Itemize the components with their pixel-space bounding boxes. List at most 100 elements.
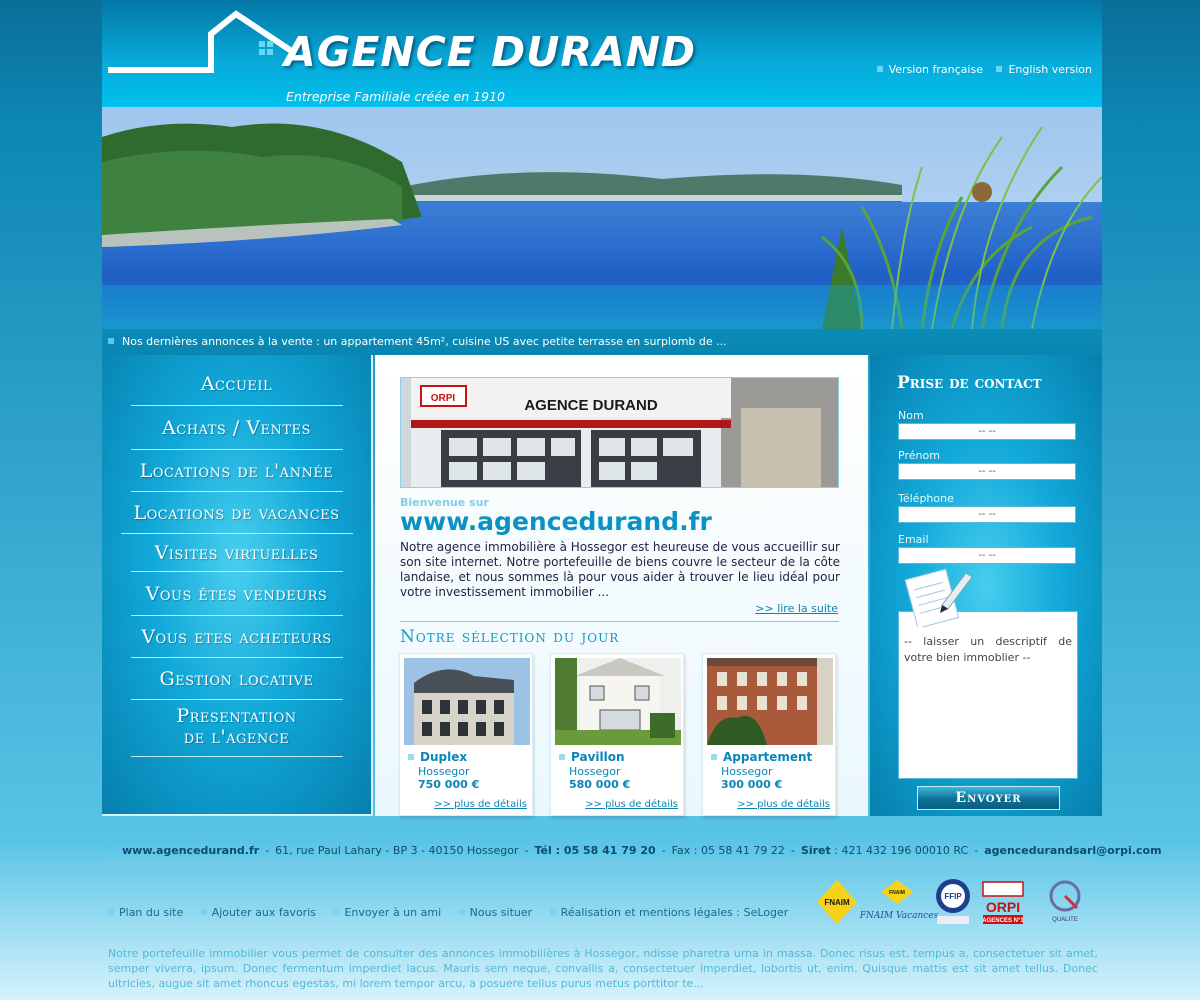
orpi-logo: ORPI AGENCES N°1 bbox=[982, 881, 1024, 924]
name-field[interactable] bbox=[898, 423, 1076, 440]
property-card[interactable]: Pavillon Hossegor 580 000 € >> plus de d… bbox=[550, 653, 684, 816]
intro-text: Notre agence immobilière à Hossegor est … bbox=[400, 540, 840, 599]
nav-item-presentation-line1: Presentation bbox=[176, 705, 297, 727]
footer-divider bbox=[106, 862, 1098, 863]
welcome-site-title: www.agencedurand.fr bbox=[400, 507, 712, 536]
property-photo-pavillon bbox=[555, 658, 681, 745]
footer-link-mentions-label: Réalisation et mentions légales : SeLoge… bbox=[560, 906, 789, 919]
nav-item-achats-ventes[interactable]: Achats / Ventes bbox=[130, 406, 343, 450]
property-details-link[interactable]: >> plus de détails bbox=[737, 799, 830, 810]
nav-item-locations-annee[interactable]: Locations de l'année bbox=[130, 450, 343, 492]
lang-fr-link[interactable]: Version française bbox=[876, 63, 983, 76]
firstname-label: Prénom bbox=[898, 449, 940, 462]
lang-en-link[interactable]: English version bbox=[996, 63, 1092, 76]
property-photo-appartement bbox=[707, 658, 833, 745]
send-button[interactable]: Envoyer bbox=[917, 786, 1060, 810]
bullet-icon bbox=[559, 754, 565, 760]
footer-seo-text: Notre portefeuille immobilier vous perme… bbox=[108, 947, 1098, 990]
property-type-label: Appartement bbox=[723, 750, 813, 764]
site-logo-title[interactable]: AGENCE DURAND bbox=[284, 28, 696, 76]
partner-logos: FNAIM FNAIM FNAIM Vacances FFIP ORPI AGE… bbox=[817, 879, 1081, 924]
bullet-icon bbox=[108, 338, 114, 344]
property-photo-duplex bbox=[404, 658, 530, 745]
news-ticker[interactable]: Nos dernières annonces à la vente : un a… bbox=[102, 329, 1102, 355]
bullet-icon bbox=[200, 909, 207, 915]
footer-email-link[interactable]: agencedurandsarl@orpi.com bbox=[984, 844, 1161, 857]
contact-form: Prise de contact Nom Prénom Téléphone Em… bbox=[870, 355, 1102, 816]
property-card[interactable]: Appartement Hossegor 300 000 € >> plus d… bbox=[702, 653, 836, 816]
property-city: Hossegor bbox=[721, 765, 773, 778]
orpi-logo-text: ORPI bbox=[986, 899, 1020, 915]
phone-field[interactable] bbox=[898, 506, 1076, 523]
divider bbox=[400, 621, 839, 622]
bullet-icon bbox=[549, 909, 556, 915]
bullet-icon bbox=[108, 909, 114, 915]
nav-item-vendeurs[interactable]: Vous êtes vendeurs bbox=[130, 572, 343, 616]
footer-siret: : 421 432 196 00010 RC bbox=[834, 844, 969, 857]
message-textarea[interactable]: -- laisser un descriptif de votre bien i… bbox=[898, 611, 1078, 779]
property-details-link[interactable]: >> plus de détails bbox=[434, 799, 527, 810]
storefront-illustration: ORPI AGENCE DURAND bbox=[401, 378, 838, 487]
agency-storefront-photo: ORPI AGENCE DURAND bbox=[400, 377, 839, 488]
bullet-icon bbox=[996, 66, 1003, 72]
footer-fax: Fax : 05 58 41 79 22 bbox=[671, 844, 785, 857]
footer-link-favoris[interactable]: Ajouter aux favoris bbox=[200, 906, 316, 919]
main-navigation: Accueil Achats / Ventes Locations de l'a… bbox=[102, 355, 373, 816]
qualite-logo: QUALITE bbox=[1049, 880, 1081, 923]
property-type-label: Duplex bbox=[420, 750, 468, 764]
bullet-icon bbox=[711, 754, 717, 760]
bullet-icon bbox=[333, 909, 340, 915]
name-label: Nom bbox=[898, 409, 924, 422]
property-price: 580 000 € bbox=[569, 778, 631, 791]
qualite-logo-text: QUALITE bbox=[1052, 917, 1078, 923]
property-type: Appartement bbox=[711, 750, 812, 764]
ticker-text: Nos dernières annonces à la vente : un a… bbox=[122, 335, 727, 348]
fnaim-vacances-logo: FNAIM FNAIM Vacances bbox=[859, 880, 939, 921]
bullet-icon bbox=[408, 754, 414, 760]
fnaim-logo: FNAIM bbox=[817, 880, 857, 924]
property-details-link[interactable]: >> plus de détails bbox=[585, 799, 678, 810]
footer-link-ami[interactable]: Envoyer à un ami bbox=[333, 906, 441, 919]
nav-item-presentation[interactable]: Presentation de l'agence bbox=[130, 700, 343, 757]
footer-link-situer[interactable]: Nous situer bbox=[458, 906, 533, 919]
footer-link-favoris-label: Ajouter aux favoris bbox=[211, 906, 316, 919]
pen-paper-icon bbox=[904, 568, 973, 627]
read-more-link[interactable]: >> lire la suite bbox=[755, 602, 838, 615]
footer-link-situer-label: Nous situer bbox=[469, 906, 533, 919]
nav-item-gestion-locative[interactable]: Gestion locative bbox=[130, 658, 343, 700]
footer-address: www.agencedurand.fr -61, rue Paul Lahary … bbox=[108, 844, 1162, 857]
footer-site-link[interactable]: www.agencedurand.fr bbox=[122, 844, 259, 857]
property-card[interactable]: Duplex Hossegor 750 000 € >> plus de dét… bbox=[399, 653, 533, 816]
shop-sign-text: AGENCE DURAND bbox=[524, 397, 658, 414]
footer-link-ami-label: Envoyer à un ami bbox=[344, 906, 442, 919]
firstname-field[interactable] bbox=[898, 463, 1076, 480]
footer: www.agencedurand.fr -61, rue Paul Lahary … bbox=[102, 816, 1162, 1000]
nav-item-locations-vacances[interactable]: Locations de vacances bbox=[120, 492, 353, 534]
bullet-icon bbox=[108, 847, 114, 853]
property-type-label: Pavillon bbox=[571, 750, 625, 764]
property-city: Hossegor bbox=[569, 765, 621, 778]
orpi-logo-subtext: AGENCES N°1 bbox=[982, 918, 1024, 924]
lang-fr-label: Version française bbox=[888, 63, 983, 76]
bullet-icon bbox=[876, 66, 883, 72]
footer-links: Plan du site Ajouter aux favoris Envoyer… bbox=[108, 906, 802, 919]
nav-item-visites-virtuelles[interactable]: Visites virtuelles bbox=[130, 534, 343, 572]
nav-item-accueil[interactable]: Accueil bbox=[130, 369, 343, 406]
phone-label: Téléphone bbox=[898, 492, 954, 505]
fnaim-logo-text: FNAIM bbox=[824, 898, 850, 907]
banner-lake-photo bbox=[102, 107, 1102, 329]
property-city: Hossegor bbox=[418, 765, 470, 778]
site-tagline: Entreprise Familiale créée en 1910 bbox=[286, 89, 505, 104]
fnaim-vacances-logo-text: FNAIM Vacances bbox=[859, 911, 939, 921]
footer-link-plan[interactable]: Plan du site bbox=[108, 906, 183, 919]
footer-link-mentions[interactable]: Réalisation et mentions légales : SeLoge… bbox=[549, 906, 789, 919]
email-field[interactable] bbox=[898, 547, 1076, 564]
nav-item-acheteurs[interactable]: Vous etes acheteurs bbox=[130, 616, 343, 658]
footer-phone: Tél : 05 58 41 79 20 bbox=[534, 844, 656, 857]
bullet-icon bbox=[458, 909, 465, 915]
header: AGENCE DURAND Entreprise Familiale créée… bbox=[102, 0, 1102, 107]
property-type: Duplex bbox=[408, 750, 467, 764]
contact-title: Prise de contact bbox=[897, 373, 1042, 393]
lang-en-label: English version bbox=[1008, 63, 1092, 76]
selection-title: Notre sélection du jour bbox=[400, 627, 620, 647]
